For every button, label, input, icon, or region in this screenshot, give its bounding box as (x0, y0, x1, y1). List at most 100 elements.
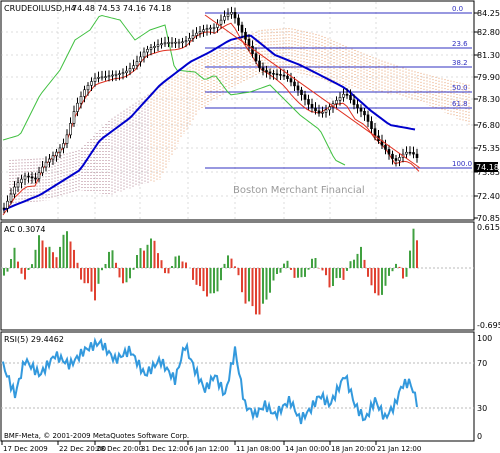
candle-body (345, 93, 349, 96)
candle-body (296, 85, 300, 91)
candle-body (62, 143, 65, 149)
candle-body (191, 35, 195, 39)
ac-oscillator-panel[interactable]: AC 0.3074 0.6154 -0.695 (0, 221, 500, 331)
price-tick-label: 82.80 (477, 28, 500, 37)
candle-body (219, 19, 223, 25)
candle-body (405, 151, 408, 155)
candle-body (79, 96, 83, 104)
candle-body (83, 89, 86, 97)
rsi-label: RSI(5) 29.4462 (4, 335, 64, 344)
current-price-value: 74.18 (476, 163, 499, 172)
candle-body (181, 41, 184, 44)
candle-body (321, 112, 324, 114)
candle-body (289, 78, 293, 83)
price-tick-label: 70.85 (477, 214, 500, 223)
candle-body (104, 76, 107, 78)
candle-body (328, 106, 331, 111)
candle-body (86, 84, 90, 91)
candle-body (349, 95, 352, 101)
price-tick-label: 75.35 (477, 144, 500, 153)
candle-body (209, 27, 212, 30)
watermark: Boston Merchant Financial (233, 185, 365, 196)
candle-body (125, 70, 128, 74)
candle-body (212, 27, 216, 29)
candle-body (76, 102, 79, 112)
rsi-tick-70: 70 (477, 359, 487, 368)
candle-body (142, 51, 146, 58)
candle-body (41, 166, 44, 174)
candle-body (391, 153, 394, 159)
time-tick-label: 6 Jan 12:00 (189, 445, 229, 453)
candle-body (342, 93, 345, 98)
candle-body (307, 99, 310, 105)
candle-body (394, 158, 398, 161)
candle-body (195, 32, 198, 36)
candle-body (48, 158, 51, 163)
candle-body (149, 47, 153, 50)
candle-body (163, 42, 167, 45)
candle-body (146, 49, 149, 53)
candle-body (286, 75, 289, 79)
candle-body (359, 107, 363, 112)
time-tick-label: 28 Dec 20:00 (96, 445, 143, 453)
candle-body (23, 175, 27, 180)
fib-level-label: 50.0 (452, 84, 468, 92)
ac-top-tick: 0.6154 (477, 223, 500, 232)
candle-body (251, 45, 254, 54)
candle-body (184, 40, 188, 43)
candle-body (415, 153, 419, 158)
candle-body (237, 17, 240, 26)
price-axis[interactable]: 84.2582.8081.3079.9078.3076.8075.3573.85… (474, 9, 500, 223)
time-tick-label: 18 Jan 20:00 (331, 445, 375, 453)
candle-body (121, 72, 125, 75)
price-tick-label: 84.25 (477, 9, 500, 18)
candle-body (384, 144, 387, 150)
candle-body (202, 29, 205, 32)
candle-body (398, 157, 401, 161)
candle-body (366, 114, 370, 122)
candle-body (177, 41, 181, 44)
candle-body (275, 73, 279, 76)
candle-body (16, 182, 20, 188)
candle-body (335, 100, 338, 104)
price-tick-label: 76.80 (477, 121, 500, 130)
candle-body (258, 60, 261, 69)
fib-level-label: 61.8 (452, 100, 468, 108)
candle-body (167, 42, 170, 44)
fib-level-label: 0.0 (452, 5, 463, 13)
candle-body (111, 74, 114, 77)
candle-body (2, 207, 6, 210)
time-tick-label: 21 Jan 12:00 (377, 445, 421, 453)
candle-body (314, 107, 317, 112)
candle-body (170, 41, 174, 44)
price-tick-label: 79.90 (477, 73, 500, 82)
rsi-panel[interactable]: RSI(5) 29.4462 100 70 30 0 BMF-Meta, © 2… (0, 331, 492, 442)
time-axis[interactable]: 17 Dec 2009 22 Dec 20:0028 Dec 20:0031 De… (1, 441, 421, 453)
candle-body (233, 12, 237, 19)
candle-body (55, 151, 58, 157)
candle-body (412, 152, 415, 155)
candle-body (100, 76, 104, 79)
candle-body (44, 161, 48, 168)
candle-body (279, 74, 282, 76)
rsi-tick-100: 100 (477, 334, 492, 343)
candle-body (20, 178, 23, 183)
symbol-label: CRUDEOILUSD,H4 (4, 4, 76, 13)
candle-body (363, 110, 366, 116)
candle-body (226, 13, 230, 17)
candle-body (310, 103, 314, 109)
candle-body (272, 72, 275, 75)
ac-label: AC 0.3074 (4, 225, 45, 234)
copyright-text: BMF-Meta, © 2001-2009 MetaQuotes Softwar… (4, 432, 189, 440)
candle-body (9, 193, 13, 202)
candle-body (261, 67, 265, 71)
ac-bottom-tick: -0.695 (477, 321, 500, 330)
candle-body (90, 81, 93, 86)
time-tick-label: 14 Jan 00:00 (285, 445, 329, 453)
candle-body (356, 104, 359, 109)
candle-body (153, 46, 156, 48)
candle-body (244, 31, 247, 40)
candle-body (128, 68, 132, 72)
candle-body (265, 70, 268, 73)
candle-body (132, 65, 135, 69)
